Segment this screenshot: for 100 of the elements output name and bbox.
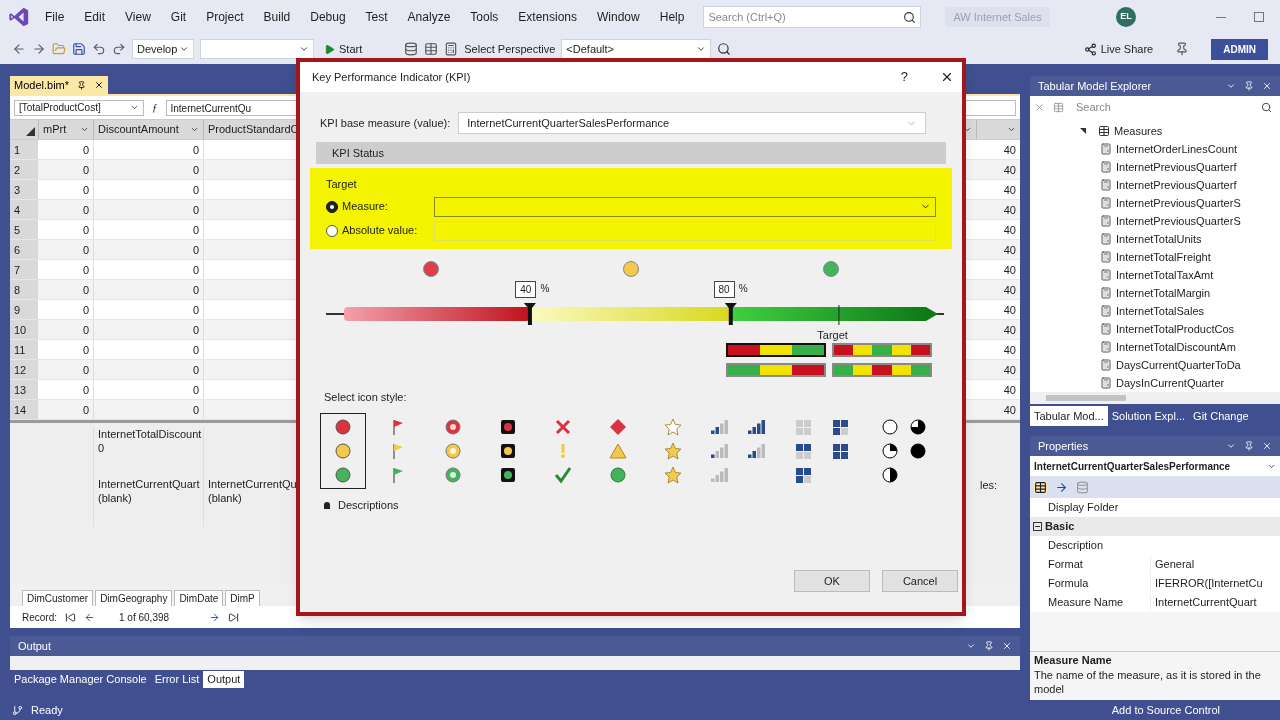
database-icon[interactable] — [404, 42, 419, 56]
object-selector[interactable]: InternetCurrentQuarterSalesPerformance — [1030, 456, 1280, 476]
panel-tab[interactable]: Error List — [150, 671, 204, 688]
tree-item[interactable]: InternetTotalUnits — [1116, 230, 1202, 248]
menu-item[interactable]: Analyze — [404, 8, 454, 26]
sheet-tab[interactable]: DimGeography — [95, 590, 173, 606]
category-toggle-icon[interactable] — [1033, 522, 1042, 531]
tree-item[interactable]: InternetTotalMargin — [1116, 284, 1211, 302]
radio-button[interactable] — [326, 224, 338, 237]
pin-icon[interactable] — [984, 641, 994, 651]
scrollbar-thumb[interactable] — [1046, 395, 1126, 401]
table-icon[interactable] — [424, 42, 439, 56]
menu-item[interactable]: Edit — [81, 8, 109, 26]
tree-item[interactable]: InternetOrderLinesCount — [1116, 140, 1238, 158]
menu-item[interactable]: File — [42, 8, 68, 26]
dropdown-icon[interactable] — [1226, 81, 1236, 91]
sheet-tab[interactable]: DimCustomer — [22, 590, 94, 606]
band-style-option[interactable] — [726, 342, 826, 357]
last-record-icon[interactable] — [228, 611, 240, 623]
tree-item[interactable]: InternetPreviousQuarterS — [1116, 212, 1241, 230]
tree-item[interactable]: InternetTotalSales — [1116, 302, 1205, 320]
threshold-field[interactable]: 80 — [713, 280, 735, 298]
table-cell-text: 0 — [81, 303, 90, 318]
panel-tab[interactable]: Solution Expl... — [1107, 406, 1190, 426]
dialog-button[interactable]: OK — [794, 570, 870, 592]
tree-item[interactable]: InternetTotalFreight — [1116, 248, 1211, 266]
expander-icon[interactable] — [1080, 128, 1086, 134]
tree-item[interactable]: InternetTotalProductCos — [1116, 320, 1234, 338]
collapse-icon[interactable] — [1034, 101, 1045, 113]
start-button[interactable]: Start — [320, 40, 367, 58]
maximize-icon[interactable] — [1254, 12, 1264, 22]
descriptions-toggle[interactable]: Descriptions — [324, 497, 399, 514]
tree-item[interactable]: InternetPreviousQuarterf — [1116, 158, 1237, 176]
live-share-button[interactable]: Live Share — [1079, 40, 1158, 58]
menu-item[interactable]: Debug — [307, 8, 349, 26]
tree-item[interactable]: InternetPreviousQuarterf — [1116, 176, 1237, 194]
tree-item[interactable]: Measures — [1114, 122, 1163, 140]
document-tab[interactable]: Model.bim* — [10, 76, 109, 94]
target-measure-dropdown[interactable] — [434, 196, 936, 217]
tree-item[interactable]: InternetTotalTaxAmt — [1116, 266, 1214, 284]
tree-item[interactable]: DaysInCurrentQuarter — [1116, 374, 1225, 392]
menu-item[interactable]: Window — [594, 8, 643, 26]
column-header[interactable]: DiscountAmount — [93, 120, 203, 139]
base-measure-dropdown[interactable]: InternetCurrentQuarterSalesPerformance — [458, 112, 926, 134]
search-field[interactable]: Search (Ctrl+Q) — [703, 6, 922, 28]
tree-item[interactable]: InternetPreviousQuarterS — [1116, 194, 1241, 212]
source-control-button[interactable]: Add to Source Control — [1111, 701, 1220, 719]
dialog-button[interactable]: Cancel — [882, 570, 958, 592]
menu-item[interactable]: Test — [362, 8, 391, 26]
menu-item[interactable]: Tools — [467, 8, 502, 26]
pin-icon[interactable] — [77, 80, 87, 90]
select-all-corner[interactable] — [26, 127, 35, 136]
menu-item[interactable]: Help — [656, 8, 688, 26]
previous-record-icon[interactable] — [84, 611, 95, 623]
close-icon[interactable] — [94, 80, 105, 90]
menu-item[interactable]: View — [122, 8, 154, 26]
categorized-icon[interactable] — [1034, 480, 1047, 494]
sheet-tab[interactable]: DimP — [225, 590, 260, 606]
save-icon[interactable] — [72, 42, 86, 56]
panel-tab[interactable]: Output — [203, 671, 245, 688]
column-select[interactable]: [TotalProductCost] — [14, 99, 144, 116]
search-icon[interactable] — [717, 42, 732, 56]
sort-icon[interactable] — [1055, 480, 1068, 494]
property-value[interactable]: IFERROR([InternetCu — [1150, 575, 1263, 592]
sheet-tab[interactable]: DimDate — [174, 590, 224, 606]
first-record-icon[interactable] — [65, 611, 76, 623]
redo-icon[interactable] — [112, 42, 126, 56]
configuration-dropdown[interactable]: Develop — [132, 39, 194, 59]
tree-item[interactable]: InternetTotalDiscountAm — [1116, 338, 1236, 356]
pin-icon[interactable] — [1175, 42, 1190, 56]
menu-item[interactable]: Project — [203, 8, 247, 26]
back-icon[interactable] — [12, 42, 26, 56]
pin-icon[interactable] — [1244, 441, 1254, 451]
dropdown-icon[interactable] — [1226, 441, 1236, 451]
help-button[interactable]: ? — [900, 67, 908, 87]
property-value[interactable]: General — [1150, 556, 1195, 573]
column-header[interactable]: mPrt — [38, 120, 93, 139]
forward-icon[interactable] — [32, 42, 46, 56]
property-value[interactable]: InternetCurrentQuart — [1150, 594, 1257, 611]
tree-item[interactable]: DaysCurrentQuarterToDa — [1116, 356, 1241, 374]
menu-item[interactable]: Extensions — [515, 8, 581, 26]
user-avatar[interactable]: EL — [1116, 7, 1136, 27]
calculator-icon[interactable] — [444, 42, 459, 56]
next-record-icon[interactable] — [209, 611, 221, 623]
menu-item[interactable]: Build — [260, 8, 294, 26]
radio-button[interactable] — [326, 200, 338, 213]
panel-tab[interactable]: Tabular Mod... — [1030, 406, 1108, 426]
undo-icon[interactable] — [92, 42, 106, 56]
perspective-dropdown[interactable]: <Default> — [561, 39, 712, 59]
minimize-icon[interactable] — [1216, 16, 1226, 18]
absolute-value-field[interactable] — [434, 220, 936, 241]
menu-item[interactable]: Git — [167, 8, 190, 26]
panel-tab[interactable]: Git Change — [1189, 406, 1253, 426]
grid-icon[interactable] — [1053, 101, 1064, 113]
threshold-field[interactable]: 40 — [515, 280, 537, 298]
close-icon[interactable] — [940, 70, 954, 84]
panel-tab[interactable]: Package Manager Console — [10, 671, 151, 688]
admin-button[interactable]: ADMIN — [1211, 38, 1268, 60]
pin-icon[interactable] — [1244, 81, 1254, 91]
dropdown-icon[interactable] — [966, 641, 976, 651]
